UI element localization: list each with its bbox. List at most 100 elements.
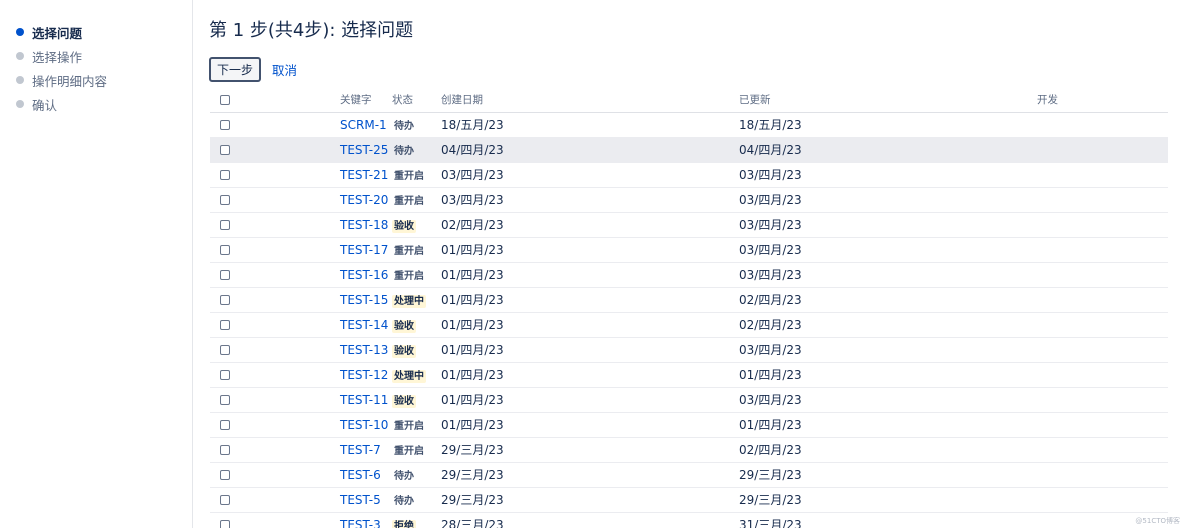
row-checkbox[interactable] (220, 195, 230, 205)
issue-key-link[interactable]: TEST-20 (340, 193, 388, 207)
row-checkbox[interactable] (220, 170, 230, 180)
created-date: 01/四月/23 (441, 318, 504, 332)
row-checkbox[interactable] (220, 145, 230, 155)
status-cell: 重开启 (392, 187, 441, 213)
table-row[interactable]: TEST-7 重开启 29/三月/23 02/四月/23 (210, 437, 1168, 463)
table-row[interactable]: TEST-18 验收 02/四月/23 03/四月/23 (210, 212, 1168, 238)
updated-date: 03/四月/23 (739, 343, 802, 357)
issue-key-link[interactable]: TEST-7 (340, 443, 381, 457)
table-row[interactable]: TEST-15 处理中 01/四月/23 02/四月/23 (210, 287, 1168, 313)
status-cell: 待办 (392, 487, 441, 513)
row-checkbox[interactable] (220, 370, 230, 380)
row-checkbox[interactable] (220, 420, 230, 430)
issue-key-cell: TEST-21 (340, 162, 392, 188)
development-cell (1037, 137, 1168, 163)
created-date-cell: 01/四月/23 (441, 337, 739, 363)
development-cell (1037, 112, 1168, 138)
table-row[interactable]: TEST-16 重开启 01/四月/23 03/四月/23 (210, 262, 1168, 288)
row-select-cell (210, 512, 340, 528)
created-date: 29/三月/23 (441, 443, 504, 457)
row-checkbox[interactable] (220, 520, 230, 528)
issue-key-link[interactable]: TEST-25 (340, 143, 388, 157)
action-bar: 下一步 取消 (209, 57, 297, 82)
row-checkbox[interactable] (220, 320, 230, 330)
row-checkbox[interactable] (220, 220, 230, 230)
table-row[interactable]: TEST-20 重开启 03/四月/23 03/四月/23 (210, 187, 1168, 213)
column-header-development[interactable]: 开发 (1037, 88, 1168, 113)
step-item: 选择操作 (0, 44, 192, 68)
issue-key-link[interactable]: TEST-6 (340, 468, 381, 482)
row-checkbox[interactable] (220, 295, 230, 305)
table-row[interactable]: TEST-13 验收 01/四月/23 03/四月/23 (210, 337, 1168, 363)
issue-key-link[interactable]: TEST-3 (340, 518, 381, 528)
issue-key-cell: TEST-7 (340, 437, 392, 463)
issue-key-cell: TEST-18 (340, 212, 392, 238)
row-select-cell (210, 262, 340, 288)
table-row[interactable]: TEST-14 验收 01/四月/23 02/四月/23 (210, 312, 1168, 338)
row-checkbox[interactable] (220, 345, 230, 355)
status-cell: 处理中 (392, 362, 441, 388)
issue-key-link[interactable]: SCRM-1 (340, 118, 387, 132)
table-row[interactable]: SCRM-1 待办 18/五月/23 18/五月/23 (210, 112, 1168, 138)
status-cell: 验收 (392, 337, 441, 363)
created-date-cell: 03/四月/23 (441, 187, 739, 213)
updated-date: 29/三月/23 (739, 468, 802, 482)
table-row[interactable]: TEST-10 重开启 01/四月/23 01/四月/23 (210, 412, 1168, 438)
table-row[interactable]: TEST-21 重开启 03/四月/23 03/四月/23 (210, 162, 1168, 188)
created-date: 01/四月/23 (441, 243, 504, 257)
table-row[interactable]: TEST-3 拒绝 28/三月/23 31/三月/23 (210, 512, 1168, 528)
status-badge: 验收 (392, 220, 416, 233)
issue-key-link[interactable]: TEST-15 (340, 293, 388, 307)
created-date-cell: 04/四月/23 (441, 137, 739, 163)
issue-key-link[interactable]: TEST-10 (340, 418, 388, 432)
status-badge: 重开启 (394, 246, 424, 257)
table-row[interactable]: TEST-25 待办 04/四月/23 04/四月/23 (210, 137, 1168, 163)
row-checkbox[interactable] (220, 470, 230, 480)
select-all-checkbox[interactable] (220, 94, 230, 105)
status-cell: 重开启 (392, 162, 441, 188)
issue-key-link[interactable]: TEST-18 (340, 218, 388, 232)
issue-key-link[interactable]: TEST-21 (340, 168, 388, 182)
table-row[interactable]: TEST-6 待办 29/三月/23 29/三月/23 (210, 462, 1168, 488)
updated-date-cell: 18/五月/23 (739, 112, 1037, 138)
column-header-created[interactable]: 创建日期 (441, 88, 739, 113)
issue-key-link[interactable]: TEST-5 (340, 493, 381, 507)
status-cell: 重开启 (392, 262, 441, 288)
issue-key-cell: TEST-17 (340, 237, 392, 263)
issue-key-link[interactable]: TEST-12 (340, 368, 388, 382)
development-cell (1037, 412, 1168, 438)
page-title: 第 1 步(共4步): 选择问题 (209, 20, 414, 41)
row-checkbox[interactable] (220, 445, 230, 455)
issue-key-link[interactable]: TEST-17 (340, 243, 388, 257)
updated-date: 03/四月/23 (739, 243, 802, 257)
updated-date: 02/四月/23 (739, 293, 802, 307)
issue-key-link[interactable]: TEST-11 (340, 393, 388, 407)
next-step-button[interactable]: 下一步 (209, 57, 261, 82)
column-header-updated[interactable]: 已更新 (739, 88, 1037, 113)
issue-key-cell: TEST-3 (340, 512, 392, 528)
issue-key-link[interactable]: TEST-13 (340, 343, 388, 357)
updated-date: 01/四月/23 (739, 368, 802, 382)
updated-date-cell: 04/四月/23 (739, 137, 1037, 163)
updated-date-cell: 02/四月/23 (739, 287, 1037, 313)
updated-date: 18/五月/23 (739, 118, 802, 132)
step-dot-icon (16, 76, 24, 84)
row-select-cell (210, 337, 340, 363)
row-checkbox[interactable] (220, 495, 230, 505)
issue-key-link[interactable]: TEST-14 (340, 318, 388, 332)
row-checkbox[interactable] (220, 270, 230, 280)
table-row[interactable]: TEST-12 处理中 01/四月/23 01/四月/23 (210, 362, 1168, 388)
status-cell: 重开启 (392, 437, 441, 463)
table-row[interactable]: TEST-5 待办 29/三月/23 29/三月/23 (210, 487, 1168, 513)
row-select-cell (210, 112, 340, 138)
table-row[interactable]: TEST-17 重开启 01/四月/23 03/四月/23 (210, 237, 1168, 263)
table-row[interactable]: TEST-11 验收 01/四月/23 03/四月/23 (210, 387, 1168, 413)
column-header-status[interactable]: 状态 (392, 88, 441, 113)
row-checkbox[interactable] (220, 245, 230, 255)
issue-key-link[interactable]: TEST-16 (340, 268, 388, 282)
cancel-link[interactable]: 取消 (272, 60, 297, 79)
row-checkbox[interactable] (220, 395, 230, 405)
row-checkbox[interactable] (220, 120, 230, 130)
column-header-key[interactable]: 关键字 (340, 88, 392, 113)
created-date: 02/四月/23 (441, 218, 504, 232)
